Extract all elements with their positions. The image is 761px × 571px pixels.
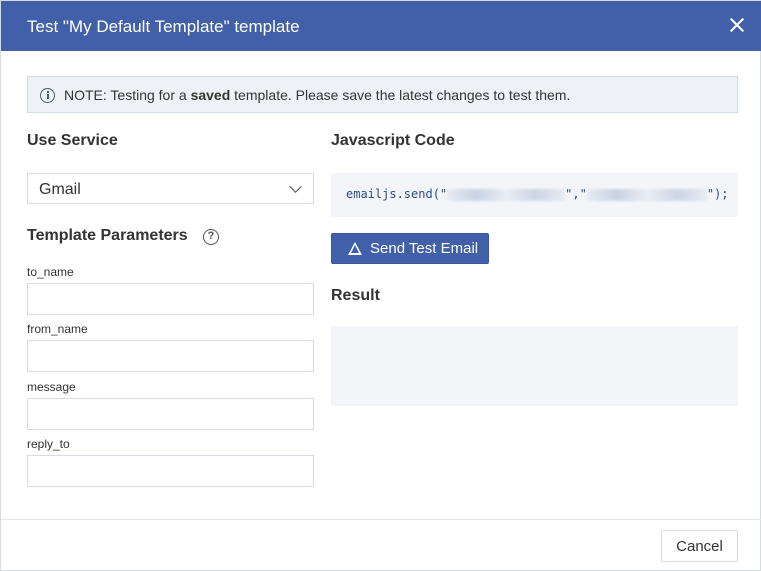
template-parameters-label: Template Parameters (27, 227, 188, 244)
to-name-input[interactable] (27, 283, 314, 315)
note-suffix: template. Please save the latest changes… (230, 87, 571, 103)
dialog-header: Test "My Default Template" template (1, 1, 761, 51)
result-label: Result (331, 287, 380, 304)
service-select-value: Gmail (39, 181, 81, 198)
send-test-email-button[interactable]: Send Test Email (331, 233, 489, 264)
param-label-message: message (27, 380, 76, 394)
note-prefix: NOTE: Testing for a (64, 87, 191, 103)
reply-to-input[interactable] (27, 455, 314, 487)
javascript-code-label: Javascript Code (331, 132, 455, 149)
service-select[interactable]: Gmail (27, 173, 314, 204)
use-service-label: Use Service (27, 132, 118, 149)
send-test-email-label: Send Test Email (370, 240, 479, 257)
cancel-button[interactable]: Cancel (661, 530, 738, 562)
code-prefix: emailjs.send(" (346, 187, 448, 201)
help-icon[interactable]: ? (203, 229, 219, 245)
result-box (331, 326, 738, 406)
redacted-service-id (447, 188, 566, 201)
footer-divider (1, 519, 761, 520)
warning-icon (348, 242, 362, 255)
param-label-reply-to: reply_to (27, 437, 70, 451)
note-text: NOTE: Testing for a saved template. Plea… (64, 87, 570, 104)
param-label-to-name: to_name (27, 265, 74, 279)
info-icon (40, 88, 55, 103)
note-banner: NOTE: Testing for a saved template. Plea… (27, 76, 738, 113)
code-snippet: emailjs.send(" "," "); (346, 186, 729, 202)
note-bold: saved (190, 87, 231, 103)
code-middle: "," (565, 187, 587, 201)
from-name-input[interactable] (27, 340, 314, 372)
test-template-dialog: Test "My Default Template" template NOTE… (0, 0, 761, 571)
code-box: emailjs.send(" "," "); (331, 173, 738, 217)
redacted-template-id (586, 188, 707, 201)
chevron-down-icon (289, 180, 302, 193)
message-input[interactable] (27, 398, 314, 430)
close-icon[interactable] (726, 14, 748, 36)
code-suffix: "); (706, 187, 729, 201)
dialog-title: Test "My Default Template" template (27, 17, 300, 36)
param-label-from-name: from_name (27, 322, 88, 336)
